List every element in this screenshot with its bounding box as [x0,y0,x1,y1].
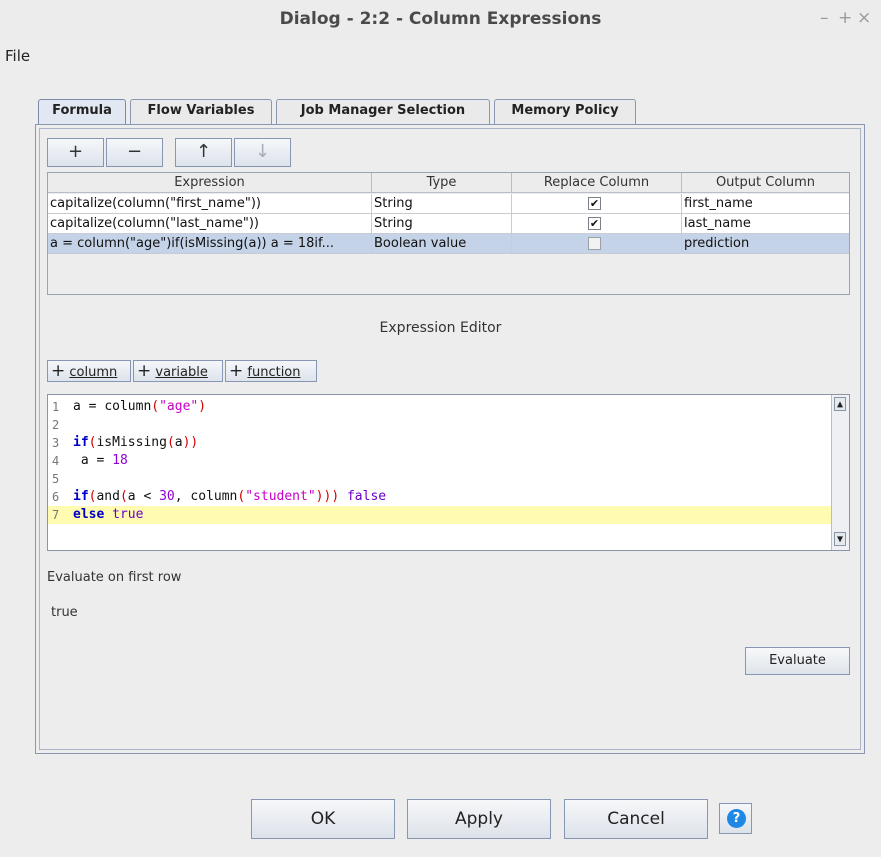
output-cell[interactable]: first_name [682,194,849,214]
evaluate-result: true [51,605,78,620]
line-number: 7 [52,508,60,522]
apply-button[interactable]: Apply [407,799,551,839]
minimize-button[interactable]: – [820,8,829,28]
table-row-selected[interactable]: a = column("age")if(isMissing(a)) a = 18… [48,234,849,254]
code-line[interactable]: 5 [48,470,831,488]
expression-code-editor[interactable]: 1 a = column("age") 2 3 if(isMissing(a))… [47,394,850,551]
type-cell[interactable]: Boolean value [372,234,512,254]
window-title: Dialog - 2:2 - Column Expressions [279,9,602,29]
output-cell[interactable]: prediction [682,234,849,254]
tab-memory-policy[interactable]: Memory Policy [494,99,636,124]
expression-cell[interactable]: a = column("age")if(isMissing(a)) a = 18… [48,234,372,254]
code-line[interactable]: 1 a = column("age") [48,398,831,416]
menu-file[interactable]: File [5,47,30,65]
help-icon: ? [727,809,746,828]
plus-icon: + [137,361,152,381]
remove-expression-button[interactable]: − [106,138,163,167]
code-line[interactable]: 6 if(and(a < 30, column("student"))) fal… [48,488,831,506]
expression-cell[interactable]: capitalize(column("first_name")) [48,194,372,214]
output-cell[interactable]: last_name [682,214,849,234]
plus-icon: + [229,361,244,381]
maximize-button[interactable]: + [838,8,852,28]
code-line[interactable]: 2 [48,416,831,434]
replace-cell: ✔ [512,214,682,234]
scroll-down-icon[interactable]: ▼ [834,532,846,546]
close-button[interactable]: × [857,8,871,28]
title-bar[interactable]: Dialog - 2:2 - Column Expressions – + × [0,0,881,40]
replace-cell: ✔ [512,194,682,214]
replace-checkbox[interactable] [588,237,601,250]
line-number: 3 [52,436,60,450]
column-header-expression[interactable]: Expression [48,173,372,193]
code-scrollbar[interactable]: ▲ ▼ [831,395,849,550]
move-up-button[interactable]: ↑ [175,138,232,167]
evaluate-label: Evaluate on first row [47,570,182,585]
replace-checkbox[interactable]: ✔ [588,197,601,210]
table-header: Expression Type Replace Column Output Co… [48,173,849,193]
ok-button[interactable]: OK [251,799,395,839]
scroll-up-icon[interactable]: ▲ [834,397,846,411]
code-line[interactable]: 4 a = 18 [48,452,831,470]
help-button[interactable]: ? [719,803,752,834]
type-cell[interactable]: String [372,194,512,214]
replace-cell [512,234,682,254]
evaluate-button[interactable]: Evaluate [745,647,850,675]
line-number: 1 [52,400,60,414]
expression-cell[interactable]: capitalize(column("last_name")) [48,214,372,234]
plus-icon: + [51,361,66,381]
move-down-button[interactable]: ↓ [234,138,291,167]
insert-column-button[interactable]: + column [47,360,131,382]
tab-flow-variables[interactable]: Flow Variables [130,99,272,124]
code-line-current[interactable]: 7 else true [48,506,831,524]
expression-table: Expression Type Replace Column Output Co… [47,172,850,295]
table-row[interactable]: capitalize(column("last_name")) String ✔… [48,214,849,234]
insert-variable-button[interactable]: + variable [133,360,223,382]
table-row[interactable]: capitalize(column("first_name")) String … [48,194,849,214]
replace-checkbox[interactable]: ✔ [588,217,601,230]
column-header-replace[interactable]: Replace Column [512,173,682,193]
tab-job-manager-selection[interactable]: Job Manager Selection [276,99,490,124]
column-header-type[interactable]: Type [372,173,512,193]
line-number: 5 [52,472,60,486]
line-number: 4 [52,454,60,468]
type-cell[interactable]: String [372,214,512,234]
cancel-button[interactable]: Cancel [564,799,708,839]
insert-function-button[interactable]: + function [225,360,317,382]
code-line[interactable]: 3 if(isMissing(a)) [48,434,831,452]
add-expression-button[interactable]: + [47,138,104,167]
tab-formula[interactable]: Formula [38,99,126,125]
line-number: 6 [52,490,60,504]
expression-editor-label: Expression Editor [379,320,502,336]
line-number: 2 [52,418,60,432]
column-header-output[interactable]: Output Column [682,173,849,193]
